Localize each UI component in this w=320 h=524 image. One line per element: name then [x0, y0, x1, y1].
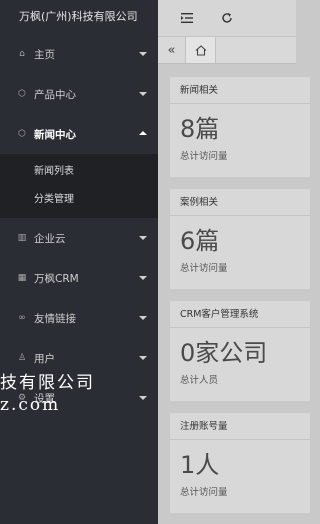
stat-card-accounts: 注册账号量 1人 总计访问量	[170, 413, 310, 513]
chevron-up-icon	[139, 131, 147, 135]
sidebar-item-label: 万枫CRM	[34, 272, 79, 285]
brand-title: 万枫(广州)科技有限公司	[19, 10, 138, 23]
submenu-item-category-management[interactable]: 分类管理	[0, 186, 158, 214]
link-icon: ∞	[18, 313, 26, 323]
sidebar-item-label: 主页	[34, 48, 55, 61]
double-chevron-left-icon[interactable]: «	[158, 37, 186, 63]
sidebar: 万枫(广州)科技有限公司 ⌂ 主页 ⬡ 产品中心 ⬡ 新闻中心 新闻列表 分类管…	[0, 0, 158, 524]
sidebar-item-news[interactable]: ⬡ 新闻中心	[0, 114, 158, 154]
stat-card-crm: CRM客户管理系统 0家公司 总计人员	[170, 301, 310, 401]
card-label: 总计访问量	[180, 263, 228, 274]
sidebar-item-label: 用户	[34, 352, 55, 365]
chevron-down-icon	[139, 396, 147, 400]
card-title: 新闻相关	[170, 77, 310, 104]
sidebar-item-label: 设置	[34, 392, 55, 405]
tab-bar: «	[158, 36, 296, 64]
sidebar-item-label: 友情链接	[34, 312, 76, 325]
sidebar-item-links[interactable]: ∞ 友情链接	[0, 298, 158, 338]
sidebar-item-label: 企业云	[34, 232, 66, 245]
chevron-down-icon	[139, 356, 147, 360]
gear-icon: ⚙	[17, 393, 27, 403]
card-label: 总计访问量	[180, 487, 228, 498]
sidebar-item-crm[interactable]: ▦ 万枫CRM	[0, 258, 158, 298]
card-value: 6篇	[180, 227, 220, 255]
news-submenu: 新闻列表 分类管理	[0, 154, 158, 218]
sidebar-item-users[interactable]: ♙ 用户	[0, 338, 158, 378]
card-title: 注册账号量	[170, 413, 310, 440]
card-value: 1人	[180, 451, 220, 479]
card-title: CRM客户管理系统	[170, 301, 310, 328]
chevron-down-icon	[139, 52, 147, 56]
stat-card-news: 新闻相关 8篇 总计访问量	[170, 77, 310, 177]
stat-card-cases: 案例相关 6篇 总计访问量	[170, 189, 310, 289]
card-value: 8篇	[180, 115, 220, 143]
user-icon: ♙	[17, 353, 27, 363]
grid-icon: ▦	[17, 273, 27, 283]
cloud-icon: ▥	[17, 233, 27, 243]
dashboard-content: 新闻相关 8篇 总计访问量 案例相关 6篇 总计访问量 CRM客户管理系统 0家…	[158, 64, 310, 513]
card-label: 总计访问量	[180, 151, 228, 162]
cube-icon: ⬡	[18, 129, 26, 139]
main-area: « 新闻相关 8篇 总计访问量 案例相关 6篇 总计访问量 CRM客户管理系统 …	[158, 0, 310, 524]
chevron-down-icon	[139, 92, 147, 96]
chevron-down-icon	[139, 276, 147, 280]
sidebar-item-home[interactable]: ⌂ 主页	[0, 34, 158, 74]
refresh-icon[interactable]	[220, 11, 234, 25]
chevron-down-icon	[139, 236, 147, 240]
chevron-down-icon	[139, 316, 147, 320]
top-bar	[158, 0, 296, 36]
card-title: 案例相关	[170, 189, 310, 216]
home-icon	[195, 44, 206, 56]
home-icon: ⌂	[19, 49, 25, 59]
sidebar-item-label: 新闻中心	[34, 128, 76, 141]
tab-home[interactable]	[186, 37, 216, 63]
sidebar-item-settings[interactable]: ⚙ 设置	[0, 378, 158, 418]
sidebar-item-products[interactable]: ⬡ 产品中心	[0, 74, 158, 114]
sidebar-item-label: 产品中心	[34, 88, 76, 101]
card-label: 总计人员	[180, 375, 219, 386]
cube-icon: ⬡	[18, 89, 26, 99]
submenu-item-news-list[interactable]: 新闻列表	[0, 158, 158, 186]
menu-fold-icon[interactable]	[180, 11, 194, 25]
card-value: 0家公司	[180, 339, 268, 367]
sidebar-item-enterprise-cloud[interactable]: ▥ 企业云	[0, 218, 158, 258]
